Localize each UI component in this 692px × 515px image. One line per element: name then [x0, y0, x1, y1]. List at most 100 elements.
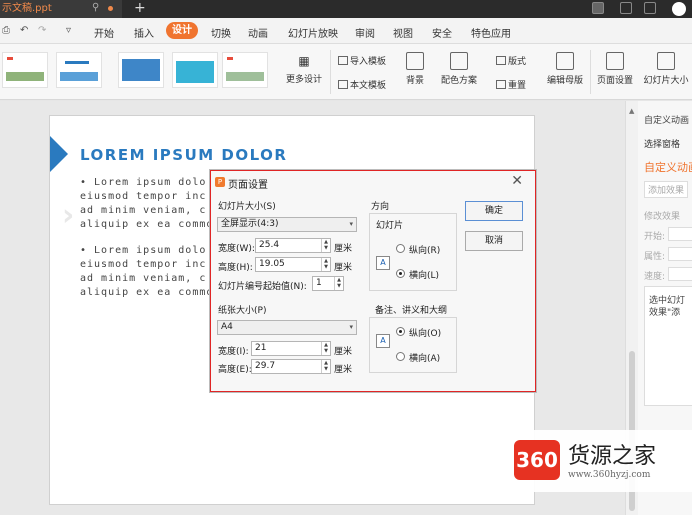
- design-thumbnail[interactable]: [2, 52, 48, 88]
- design-thumbnail[interactable]: [118, 52, 164, 88]
- start-select[interactable]: [668, 227, 692, 241]
- background-button[interactable]: 背景: [400, 52, 430, 86]
- notes-portrait-radio[interactable]: [396, 327, 405, 336]
- new-tab-button[interactable]: +: [134, 0, 146, 17]
- menu-security[interactable]: 安全: [432, 25, 452, 40]
- menu-insert[interactable]: 插入: [134, 25, 154, 40]
- paper-width-label: 宽度(I):: [218, 347, 249, 357]
- start-number-label: 幻灯片编号起始值(N):: [218, 282, 307, 292]
- width-label: 宽度(W):: [218, 244, 255, 254]
- document-tab[interactable]: 示文稿.ppt: [0, 0, 122, 18]
- redo-icon[interactable]: ↷: [38, 25, 46, 36]
- reset-icon: [496, 80, 506, 89]
- slide-size-label: 幻灯片大小(S): [218, 202, 276, 212]
- menu-animation[interactable]: 动画: [248, 25, 268, 40]
- design-thumbnail[interactable]: [222, 52, 268, 88]
- paper-width-value: 21: [255, 343, 267, 353]
- start-label: 开始:: [644, 232, 666, 242]
- menu-design[interactable]: 设计: [166, 22, 198, 39]
- paper-height-field[interactable]: 29.7 ▲ ▼: [251, 359, 331, 374]
- grid-icon: ▦: [298, 54, 310, 68]
- add-effect-button[interactable]: 添加效果: [644, 181, 689, 198]
- cancel-button[interactable]: 取消: [465, 231, 523, 251]
- menu-features[interactable]: 特色应用: [471, 25, 511, 40]
- divider: [330, 50, 331, 94]
- speed-select[interactable]: [668, 267, 692, 281]
- quick-access-dropdown-icon[interactable]: ▿: [66, 25, 71, 36]
- slide-size-label: 幻灯片大小: [643, 76, 689, 86]
- menu-home[interactable]: 开始: [94, 25, 114, 40]
- color-scheme-button[interactable]: 配色方案: [436, 52, 482, 86]
- menu-transition[interactable]: 切换: [211, 25, 231, 40]
- more-design-button[interactable]: ▦ 更多设计: [284, 54, 324, 85]
- bullet-line[interactable]: aliquip ex ea commo: [80, 218, 230, 231]
- scroll-up-icon[interactable]: ▲: [629, 107, 634, 115]
- orientation-icon: A: [376, 256, 390, 270]
- paper-width-field[interactable]: 21 ▲ ▼: [251, 341, 331, 356]
- slide-size-select[interactable]: 全屏显示(4:3) ▾: [217, 217, 357, 232]
- divider: [590, 50, 591, 94]
- paper-size-label: 纸张大小(P): [218, 306, 267, 316]
- design-thumbnail[interactable]: [172, 52, 218, 88]
- width-field[interactable]: 25.4 ▲ ▼: [255, 238, 331, 253]
- dialog-title-bar[interactable]: P 页面设置 ✕: [211, 171, 535, 193]
- menu-review[interactable]: 审阅: [355, 25, 375, 40]
- bullet-line[interactable]: • Lorem ipsum dolo: [80, 244, 230, 257]
- bullet-line[interactable]: aliquip ex ea commo: [80, 286, 230, 299]
- close-icon[interactable]: ✕: [511, 173, 523, 189]
- stepper-icon[interactable]: ▲ ▼: [321, 342, 330, 355]
- undo-icon[interactable]: ↶: [20, 25, 28, 36]
- select-pane-link[interactable]: 选择窗格: [644, 137, 680, 150]
- stepper-icon[interactable]: ▲ ▼: [334, 277, 343, 290]
- menu-slideshow[interactable]: 幻灯片放映: [288, 25, 338, 40]
- template-icon: [338, 56, 348, 65]
- bullet-line[interactable]: eiusmod tempor inc: [80, 190, 230, 203]
- height-field[interactable]: 19.05 ▲ ▼: [255, 257, 331, 272]
- notes-label: 备注、讲义和大纲: [375, 306, 448, 316]
- landscape-radio[interactable]: [396, 269, 405, 278]
- bullet-line[interactable]: ad minim veniam, c: [80, 204, 230, 217]
- more-design-label: 更多设计: [285, 75, 322, 85]
- slide-title[interactable]: LOREM IPSUM DOLOR: [80, 146, 287, 164]
- slide-size-value: 全屏显示(4:3): [221, 219, 279, 229]
- stepper-icon[interactable]: ▲ ▼: [321, 360, 330, 373]
- layout-label: 版式: [508, 57, 527, 67]
- share-icon[interactable]: [644, 2, 656, 14]
- layout-button[interactable]: 版式: [496, 54, 526, 67]
- doc-template-button[interactable]: 本文模板: [338, 78, 386, 91]
- pin-icon[interactable]: ⚲: [92, 2, 99, 13]
- bullet-line[interactable]: • Lorem ipsum dolo: [80, 176, 230, 189]
- notes-landscape-radio[interactable]: [396, 352, 405, 361]
- skin-icon[interactable]: [620, 2, 632, 14]
- print-preview-icon[interactable]: ⎙: [2, 25, 10, 36]
- animation-list[interactable]: 选中幻灯 效果"添: [644, 286, 692, 406]
- import-template-label: 导入模板: [350, 57, 387, 67]
- stepper-icon[interactable]: ▲ ▼: [321, 258, 330, 271]
- portrait-radio[interactable]: [396, 244, 405, 253]
- page-setup-button[interactable]: 页面设置: [594, 52, 636, 86]
- edit-master-button[interactable]: 编辑母版: [544, 52, 586, 86]
- reset-button[interactable]: 重置: [496, 78, 526, 91]
- window-icon[interactable]: [592, 2, 604, 14]
- width-value: 25.4: [259, 240, 280, 250]
- stepper-icon[interactable]: ▲ ▼: [321, 239, 330, 252]
- hint-text: 效果"添: [649, 308, 681, 318]
- pane-heading: 自定义动画: [644, 161, 692, 174]
- paper-size-select[interactable]: A4 ▾: [217, 320, 357, 335]
- notes-landscape-label: 横向(A): [409, 354, 441, 364]
- width-unit: 厘米: [334, 244, 353, 254]
- bullet-line[interactable]: eiusmod tempor inc: [80, 258, 230, 271]
- property-select[interactable]: [668, 247, 692, 261]
- property-label: 属性:: [644, 252, 666, 262]
- notes-portrait-label: 纵向(O): [409, 329, 442, 339]
- paper-height-label: 高度(E):: [218, 365, 252, 375]
- bullet-line[interactable]: ad minim veniam, c: [80, 272, 230, 285]
- ok-button[interactable]: 确定: [465, 201, 523, 221]
- avatar[interactable]: [672, 2, 686, 16]
- import-template-button[interactable]: 导入模板: [338, 54, 386, 67]
- menu-view[interactable]: 视图: [393, 25, 413, 40]
- layout-icon: [496, 56, 506, 65]
- start-number-field[interactable]: 1 ▲ ▼: [312, 276, 344, 291]
- design-thumbnail[interactable]: [56, 52, 102, 88]
- slide-size-button[interactable]: 幻灯片大小: [640, 52, 692, 86]
